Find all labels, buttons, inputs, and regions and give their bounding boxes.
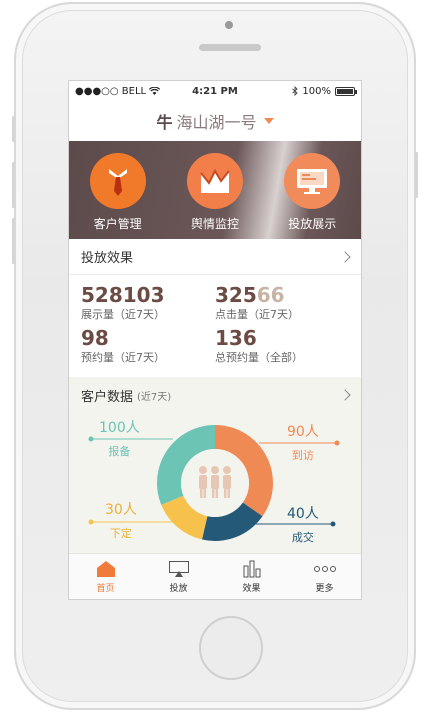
stat-label: 展示量（近7天） [81,308,165,321]
customer-donut-chart: 100人 报备 90人 到访 40人 成交 30人 下定 [69,413,361,553]
segment-name: 下定 [109,527,132,540]
project-selector[interactable]: 牛 海山湖一号 [69,101,361,141]
segment-count: 30人 [105,502,137,518]
customer-data-section: 客户数据 (近7天) 100人 报备 90人 到访 40人 成交 30人 下定 [69,377,361,555]
app-screen: ●●●○○ BELL 4:21 PM 100% 牛 海山湖一号 客户管理 舆情监… [68,80,362,600]
delivery-effect-header[interactable]: 投放效果 [69,239,361,275]
segment-name: 报备 [108,445,131,458]
delivery-effect-section: 投放效果 528103 展示量（近7天） 32566 点击量（近7天） 98 预… [69,239,361,377]
chevron-right-icon [339,250,351,263]
segment-label-deal: 40人 成交 [287,503,319,545]
stat-value-fade: 66 [256,283,285,307]
dropdown-arrow-icon [263,118,274,124]
chart-monitor-icon [186,153,243,209]
brand-logo-icon: 牛 [156,113,173,132]
segment-label-visit: 90人 到访 [287,421,319,463]
customer-data-header[interactable]: 客户数据 (近7天) [69,377,361,413]
segment-label-report: 100人 报备 [99,417,140,459]
status-bar: ●●●○○ BELL 4:21 PM 100% [69,81,361,101]
status-time: 4:21 PM [192,85,238,97]
earpiece-speaker [199,44,261,51]
total-appointments-stat: 136 总预约量（全部） [215,326,349,365]
tab-label: 投放 [169,583,188,594]
volume-down-button [12,218,15,264]
tie-icon [89,153,146,209]
customer-data-subtitle: (近7天) [137,391,172,403]
power-button [415,152,418,198]
impressions-stat: 528103 展示量（近7天） [81,283,215,322]
bottom-tab-bar: 首页 投放 效果 更多 [69,553,361,599]
project-title: 海山湖一号 [176,113,257,132]
customer-management-label: 客户管理 [93,217,142,231]
segment-name: 到访 [291,449,314,462]
tab-home[interactable]: 首页 [69,554,142,599]
tab-delivery[interactable]: 投放 [142,554,215,599]
sentiment-monitor-label: 舆情监控 [190,217,239,231]
home-icon [96,560,115,577]
chevron-right-icon [339,389,351,401]
screen-display-icon [284,153,341,209]
stats-grid: 528103 展示量（近7天） 32566 点击量（近7天） 98 预约量（近7… [69,275,361,365]
volume-up-button [12,162,15,208]
stat-label: 总预约量（全部） [215,351,303,364]
delivery-display-label: 投放展示 [288,217,337,231]
bar-chart-icon [243,560,260,577]
delivery-display-button[interactable]: 投放展示 [267,153,357,232]
airplay-icon [168,560,189,577]
battery-icon [335,86,357,96]
stat-value: 528103 [81,283,165,307]
tab-effect[interactable]: 效果 [215,554,288,599]
segment-count: 40人 [287,506,319,522]
tab-label: 更多 [315,583,334,594]
customer-management-button[interactable]: 客户管理 [73,153,163,232]
segment-label-deposit: 30人 下定 [105,499,137,541]
appointments-stat: 98 预约量（近7天） [81,326,215,365]
stat-value: 98 [81,326,109,350]
home-button[interactable] [199,616,263,680]
more-dots-icon [313,565,336,572]
customer-data-title: 客户数据 [81,389,134,405]
stat-value-main: 325 [215,283,257,307]
stat-label: 预约量（近7天） [81,351,165,364]
mute-switch [12,116,15,142]
front-camera [225,21,233,29]
segment-count: 100人 [99,420,140,436]
clicks-stat: 32566 点击量（近7天） [215,283,349,322]
stat-value: 32566 [215,283,349,307]
stat-label: 点击量（近7天） [215,308,299,321]
segment-count: 90人 [287,424,319,440]
tab-label: 效果 [242,583,261,594]
delivery-effect-title: 投放效果 [81,251,134,266]
sentiment-monitor-button[interactable]: 舆情监控 [170,153,260,232]
feature-banner: 客户管理 舆情监控 投放展示 [69,141,361,239]
tab-label: 首页 [96,583,115,594]
segment-name: 成交 [291,531,314,544]
tab-more[interactable]: 更多 [288,554,361,599]
stat-value: 136 [215,326,257,350]
